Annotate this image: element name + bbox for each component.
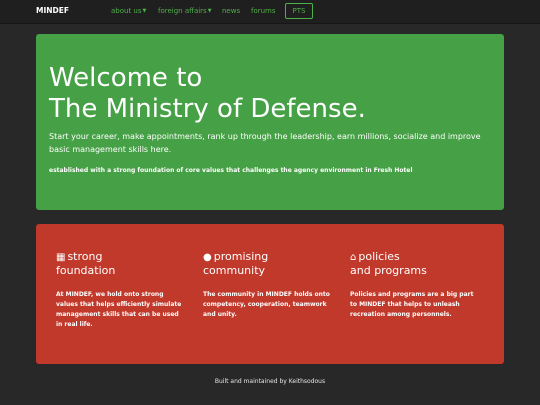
caret-down-icon: ▼ xyxy=(207,8,212,14)
hero-lead-text: Start your career, make appointments, ra… xyxy=(49,132,481,154)
feature-title: ⌂ policies and programs xyxy=(350,250,427,277)
nav-about-us[interactable]: about us▼ xyxy=(111,7,146,15)
nav-forums[interactable]: forums xyxy=(251,7,276,15)
hero-title-line1: Welcome to xyxy=(49,63,203,93)
brand-link[interactable]: MINDEF xyxy=(36,6,69,15)
navbar: MINDEF about us▼ foreign affairs▼ news f… xyxy=(0,0,540,24)
feature-text: The community in MINDEF holds onto compe… xyxy=(203,291,330,318)
feature-strong-foundation: ▦ strong foundation At MINDEF, we hold on… xyxy=(56,250,191,328)
globe-icon: ● xyxy=(203,252,212,263)
hero-title-line2: The Ministry of Defense. xyxy=(49,94,366,124)
feature-title: ● promising community xyxy=(203,250,269,277)
nav-foreign-affairs[interactable]: foreign affairs▼ xyxy=(158,7,212,15)
bank-icon: ⌂ xyxy=(350,252,357,263)
feature-text: At MINDEF, we hold onto strong values th… xyxy=(56,291,182,328)
feature-policies-programs: ⌂ policies and programs Policies and prog… xyxy=(350,250,485,318)
building-icon: ▦ xyxy=(56,252,66,263)
footer-credit: Built and maintained by Keithsodous xyxy=(214,378,326,385)
nav-about-us-label: about us xyxy=(111,7,142,15)
nav-news[interactable]: news xyxy=(222,7,240,15)
nav-foreign-affairs-label: foreign affairs xyxy=(158,7,207,15)
feature-text: Policies and programs are a big part to … xyxy=(350,291,474,318)
features-panel: ▦ strong foundation At MINDEF, we hold on… xyxy=(36,224,504,364)
pts-button[interactable]: PTS xyxy=(285,3,313,19)
feature-title: ▦ strong foundation xyxy=(56,250,116,277)
hero-tagline: established with a strong foundation of … xyxy=(49,167,413,174)
caret-down-icon: ▼ xyxy=(142,8,147,14)
hero-title: Welcome to The Ministry of Defense. xyxy=(49,63,489,125)
feature-promising-community: ● promising community The community in MI… xyxy=(203,250,338,318)
hero-jumbotron: Welcome to The Ministry of Defense. Star… xyxy=(36,34,504,210)
